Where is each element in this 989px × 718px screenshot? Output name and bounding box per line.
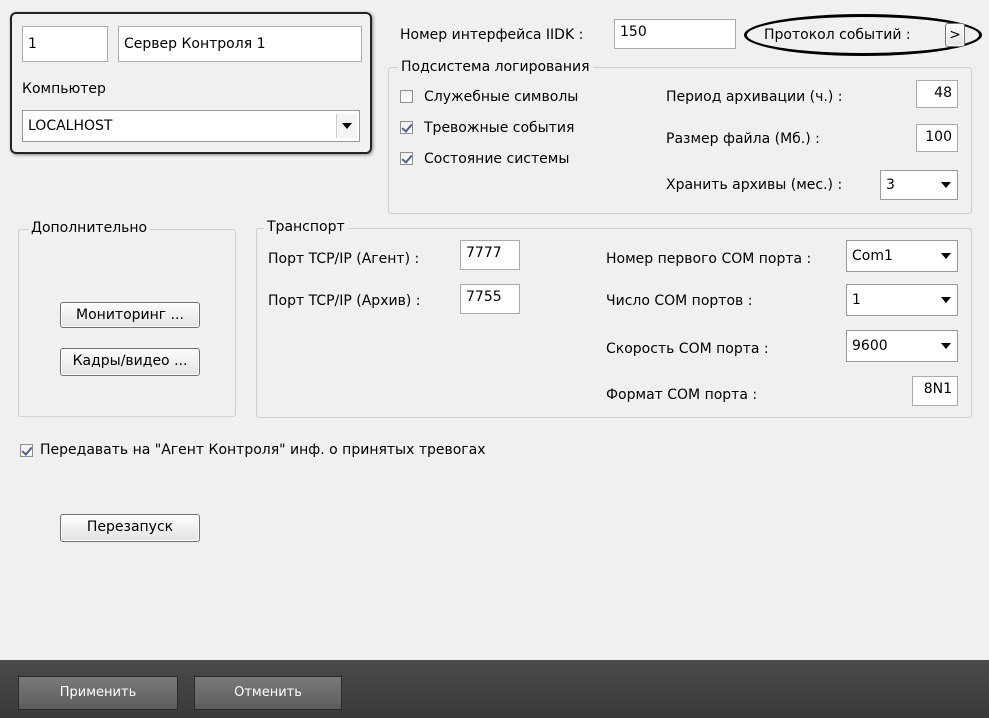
checkbox-alarm-events[interactable] (400, 121, 413, 134)
chevron-down-icon (941, 343, 951, 349)
checkbox-transfer-alarms-label: Передавать на "Агент Контроля" инф. о пр… (40, 442, 486, 458)
computer-select-button[interactable] (336, 114, 357, 138)
com-format-label: Формат COM порта : (606, 387, 758, 403)
chevron-down-icon (941, 297, 951, 303)
com-count-label: Число COM портов : (606, 293, 753, 309)
checkmark-icon (21, 444, 33, 456)
keep-archives-value: 3 (886, 177, 895, 193)
file-size-label: Размер файла (Мб.) : (666, 131, 820, 147)
checkbox-transfer-alarms[interactable] (20, 444, 33, 457)
tcp-archive-field[interactable]: 7755 (460, 284, 520, 314)
keep-archives-select[interactable]: 3 (880, 170, 958, 200)
archive-period-label: Период архивации (ч.) : (666, 89, 843, 105)
com-first-value: Com1 (852, 248, 893, 264)
protocol-open-button[interactable]: > (945, 23, 965, 47)
tcp-agent-label: Порт TCP/IP (Агент) : (268, 251, 420, 267)
checkmark-icon (401, 152, 413, 164)
com-speed-label: Скорость COM порта : (606, 341, 769, 357)
checkbox-service-symbols-label: Служебные символы (424, 89, 579, 105)
logging-legend: Подсистема логирования (398, 58, 593, 76)
com-speed-select[interactable]: 9600 (846, 330, 958, 362)
com-count-value: 1 (852, 292, 861, 308)
archive-period-field[interactable]: 48 (916, 80, 958, 108)
checkbox-system-state-label: Состояние системы (424, 151, 570, 167)
checkmark-icon (401, 121, 413, 133)
monitoring-button[interactable]: Мониторинг ... (60, 302, 200, 328)
restart-button[interactable]: Перезапуск (60, 514, 200, 542)
checkbox-service-symbols[interactable] (400, 90, 413, 103)
protocol-label: Протокол событий : (764, 27, 911, 43)
com-format-field[interactable]: 8N1 (912, 376, 958, 406)
keep-archives-label: Хранить архивы (мес.) : (666, 177, 843, 193)
com-speed-value: 9600 (852, 338, 888, 354)
com-first-label: Номер первого COM порта : (606, 251, 812, 267)
iidk-label: Номер интерфейса IIDK : (400, 27, 584, 43)
computer-select-value: LOCALHOST (28, 118, 113, 134)
server-name-field[interactable]: Сервер Контроля 1 (118, 26, 362, 62)
chevron-down-icon (941, 253, 951, 259)
tcp-agent-field[interactable]: 7777 (460, 240, 520, 270)
transport-legend: Транспорт (264, 218, 348, 236)
additional-legend: Дополнительно (28, 219, 151, 237)
com-count-select[interactable]: 1 (846, 284, 958, 316)
apply-button[interactable]: Применить (18, 676, 178, 710)
checkbox-alarm-events-label: Тревожные события (424, 120, 575, 136)
com-first-select[interactable]: Com1 (846, 240, 958, 272)
tcp-archive-label: Порт TCP/IP (Архив) : (268, 293, 421, 309)
iidk-field[interactable]: 150 (614, 19, 736, 49)
computer-select[interactable]: LOCALHOST (22, 110, 360, 142)
chevron-down-icon (342, 123, 352, 129)
computer-label: Компьютер (22, 81, 106, 97)
server-id-field[interactable]: 1 (22, 26, 108, 62)
chevron-down-icon (941, 182, 951, 188)
checkbox-system-state[interactable] (400, 152, 413, 165)
cancel-button[interactable]: Отменить (194, 676, 342, 710)
frames-video-button[interactable]: Кадры/видео ... (60, 348, 200, 376)
file-size-field[interactable]: 100 (916, 124, 958, 152)
